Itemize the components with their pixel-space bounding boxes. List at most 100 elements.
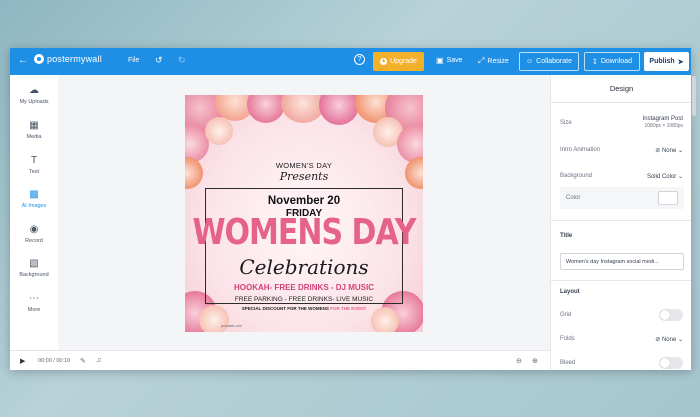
poster-presents[interactable]: Presents — [185, 170, 423, 183]
upgrade-icon: ▲ — [380, 58, 388, 65]
color-swatch[interactable] — [658, 191, 678, 205]
zoom-out-icon[interactable]: ⊖ — [516, 357, 522, 365]
panel-scrollbar[interactable] — [692, 76, 696, 116]
download-icon: ↧ — [591, 58, 598, 66]
back-arrow-icon[interactable]: ← — [18, 55, 28, 67]
help-icon[interactable]: ? — [354, 54, 365, 65]
resize-button[interactable]: ⤢ Resize — [478, 56, 509, 66]
media-icon: ▦ — [29, 120, 39, 131]
brand-logo[interactable]: postermywall — [34, 54, 102, 64]
bleed-toggle[interactable] — [659, 357, 683, 369]
chevron-down-icon: ⌄ — [677, 337, 683, 343]
save-icon: ▣ — [436, 56, 444, 65]
divider — [551, 220, 691, 221]
sidebar-item-label: Record — [25, 238, 43, 244]
title-input[interactable]: Women's day Instagram social medi... — [560, 253, 684, 270]
folds-select[interactable]: ⊘ None ⌄ — [655, 336, 683, 343]
grid-toggle[interactable] — [659, 309, 683, 321]
poster-subtitle[interactable]: WOMEN'S DAY — [185, 161, 423, 170]
sidebar-item-background[interactable]: ▧ Background — [10, 258, 58, 278]
color-label: Color — [566, 195, 581, 201]
block-icon: ⊘ — [655, 148, 661, 154]
color-row: Color — [560, 187, 684, 209]
text-icon: T — [30, 155, 38, 166]
file-menu[interactable]: File — [128, 57, 139, 64]
sidebar-item-ai-images[interactable]: ▩ AI Images — [10, 189, 58, 209]
upgrade-button[interactable]: ▲ Upgrade — [373, 52, 424, 71]
grid-label: Grid — [560, 312, 572, 318]
size-dimensions: 1080px × 1080px — [644, 123, 683, 129]
sidebar-item-label: More — [27, 307, 41, 313]
save-label: Save — [446, 57, 463, 64]
background-select[interactable]: Solid Color ⌄ — [647, 173, 683, 180]
redo-icon[interactable]: ↻ — [178, 55, 186, 66]
poster-main-title[interactable]: WOMENS DAY — [185, 212, 423, 254]
divider — [551, 102, 691, 103]
sidebar-item-record[interactable]: ◉ Record — [10, 224, 58, 244]
play-icon[interactable]: ▶ — [20, 357, 25, 365]
poster-date[interactable]: November 20 — [185, 195, 423, 207]
ai-images-icon: ▩ — [29, 189, 39, 200]
layout-section-label: Layout — [560, 289, 580, 295]
sidebar-item-text[interactable]: T Text — [10, 155, 58, 175]
folds-label: Folds — [560, 336, 575, 342]
timeline-bar: ▶ 00:00 / 00:10 ✎ ♫ ⊖ ⊕ — [10, 350, 550, 370]
music-icon[interactable]: ♫ — [96, 357, 101, 364]
postermywall-logo-icon — [34, 54, 44, 64]
sidebar-item-label: Media — [26, 134, 42, 140]
poster-parking-line[interactable]: FREE PARKING - FREE DRINKS- LIVE MUSIC — [185, 296, 423, 303]
sidebar-item-more[interactable]: ⋯ More — [10, 293, 58, 313]
background-icon: ▧ — [29, 258, 39, 269]
intro-animation-select[interactable]: ⊘ None ⌄ — [655, 147, 683, 154]
undo-icon[interactable]: ↺ — [155, 55, 163, 66]
folds-value: None — [661, 337, 677, 343]
flower-decoration — [247, 95, 285, 123]
download-label: Download — [600, 58, 632, 65]
chevron-down-icon: ⌄ — [677, 174, 683, 180]
size-name: Instagram Post — [642, 116, 683, 122]
design-panel: Design Size Instagram Post 1080px × 1080… — [550, 75, 691, 370]
intro-animation-label: Intro Animation — [560, 147, 601, 153]
title-section-label: Title — [560, 233, 573, 239]
zoom-in-icon[interactable]: ⊕ — [532, 357, 538, 365]
download-button[interactable]: ↧ Download — [584, 52, 640, 71]
block-icon: ⊘ — [655, 337, 661, 343]
upgrade-label: Upgrade — [390, 58, 417, 65]
publish-button[interactable]: Publish ➤ — [644, 52, 689, 71]
save-button[interactable]: ▣ Save — [436, 56, 463, 65]
poster-discount-line[interactable]: SPECIAL DISCOUNT FOR THE WOMENS FOR THE … — [185, 306, 423, 311]
add-user-icon: ☺ — [526, 58, 534, 65]
left-sidebar: ☁ My Uploads ▦ Media T Text ▩ AI Images … — [10, 75, 58, 350]
canvas-area[interactable]: WOMEN'S DAY Presents November 20 FRIDAY … — [58, 75, 550, 350]
sidebar-item-label: Background — [19, 272, 49, 278]
flower-decoration — [205, 117, 233, 145]
background-label: Background — [560, 173, 593, 179]
intro-animation-value: None — [661, 148, 677, 154]
sidebar-item-label: AI Images — [21, 203, 47, 209]
poster-celebrations[interactable]: Celebrations — [185, 255, 423, 279]
editor-window: ← postermywall File ↺ ↻ ? ▲ Upgrade ▣ Sa… — [10, 48, 691, 370]
sidebar-item-media[interactable]: ▦ Media — [10, 120, 58, 140]
edit-icon[interactable]: ✎ — [80, 357, 86, 365]
collaborate-button[interactable]: ☺ Collaborate — [519, 52, 579, 71]
timeline-time: 00:00 / 00:10 — [38, 358, 71, 364]
sidebar-item-my-uploads[interactable]: ☁ My Uploads — [10, 85, 58, 105]
poster-canvas[interactable]: WOMEN'S DAY Presents November 20 FRIDAY … — [185, 95, 423, 332]
resize-icon: ⤢ — [478, 56, 485, 65]
upload-icon: ☁ — [29, 85, 39, 96]
sidebar-item-label: My Uploads — [19, 99, 49, 105]
divider — [551, 280, 691, 281]
poster-features-line[interactable]: HOOKAH- FREE DRINKS - DJ MUSIC — [185, 283, 423, 292]
resize-label: Resize — [487, 57, 509, 65]
discount-text: SPECIAL DISCOUNT FOR THE WOMENS — [241, 306, 329, 311]
chevron-down-icon: ⌄ — [677, 148, 683, 154]
bleed-label: Bleed — [560, 360, 576, 366]
top-bar: ← postermywall File ↺ ↻ ? ▲ Upgrade ▣ Sa… — [10, 48, 691, 75]
flower-decoration — [281, 95, 325, 123]
size-value[interactable]: Instagram Post 1080px × 1080px — [643, 116, 683, 129]
flower-decoration — [319, 95, 359, 125]
poster-url[interactable]: yourweb.com — [221, 324, 242, 328]
publish-label: Publish — [649, 58, 675, 65]
more-icon: ⋯ — [29, 293, 39, 304]
background-value: Solid Color — [646, 174, 677, 180]
